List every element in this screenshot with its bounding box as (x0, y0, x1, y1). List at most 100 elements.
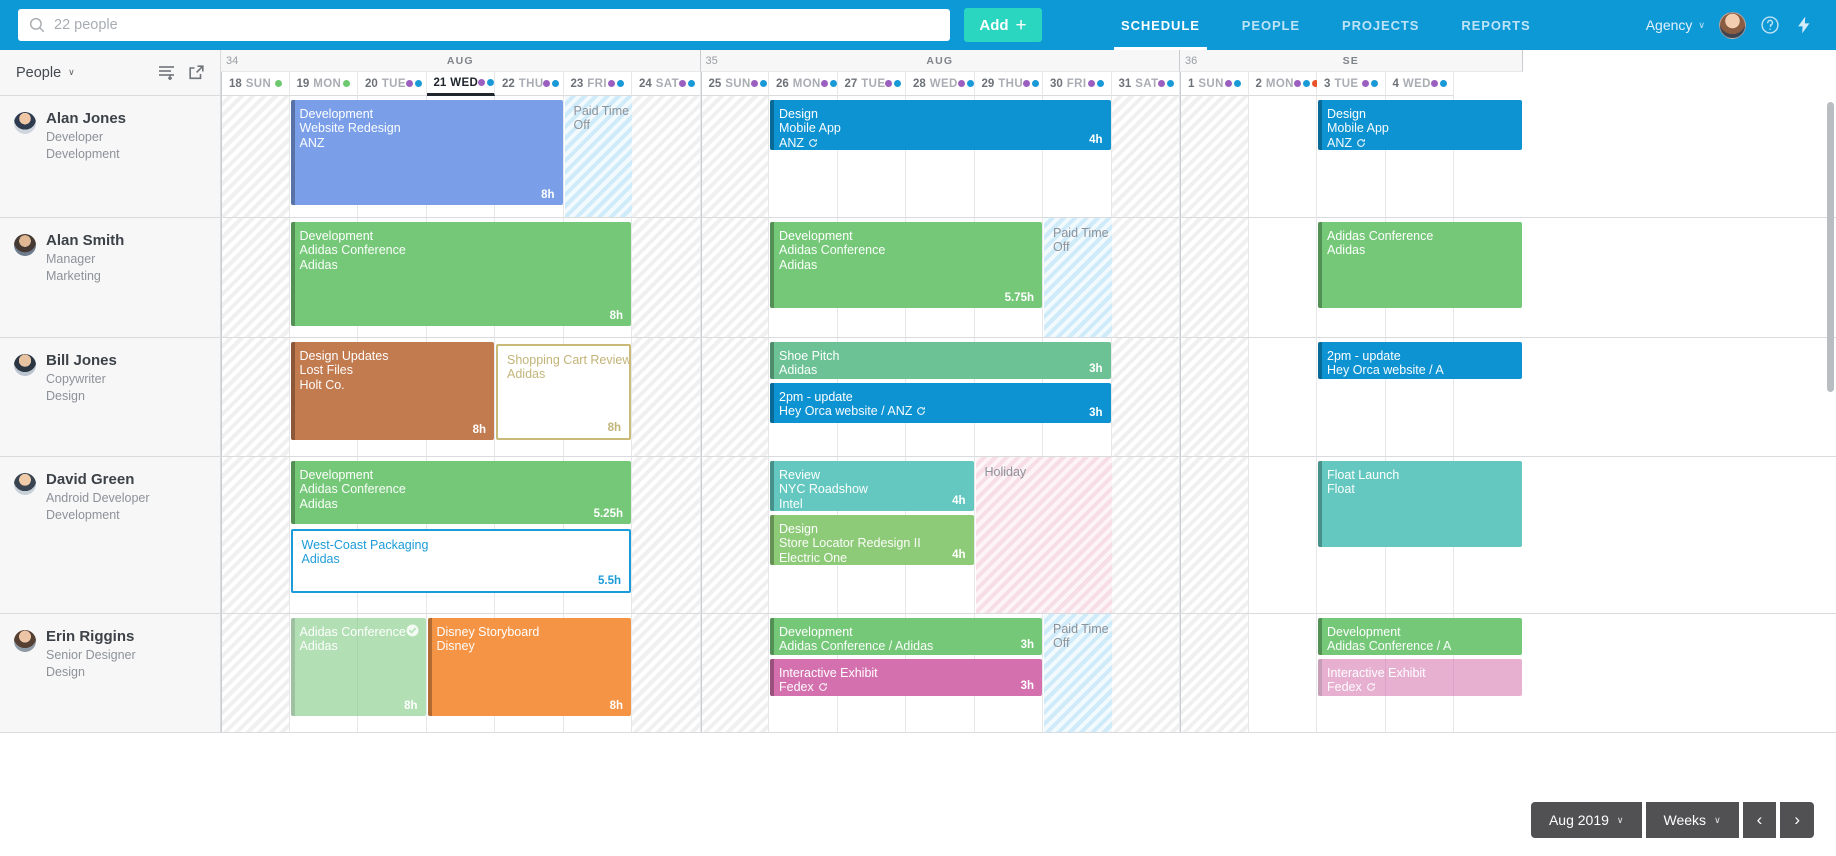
user-avatar[interactable] (1719, 11, 1746, 39)
person-cell-alan-smith[interactable]: Alan Smith Manager Marketing (0, 218, 221, 337)
person-cell-alan-jones[interactable]: Alan Jones Developer Development (0, 96, 221, 217)
day-cell[interactable] (1111, 338, 1180, 456)
schedule-body[interactable]: Alan Jones Developer Development Paid Time … (0, 96, 1836, 856)
day-header-22-thu[interactable]: 22 THU (495, 72, 564, 96)
task-block[interactable]: Adidas Conference Adidas (1318, 222, 1522, 308)
day-header-31-sat[interactable]: 31 SAT (1111, 72, 1180, 96)
day-cell[interactable] (564, 96, 632, 217)
task-block[interactable]: Design Updates Lost Files Holt Co. 8h (290, 342, 494, 440)
task-block[interactable]: 2pm - update Hey Orca website / A (1318, 342, 1522, 379)
day-header-30-fri[interactable]: 30 FRI (1043, 72, 1112, 96)
task-block[interactable]: 2pm - update Hey Orca website / ANZ 3h (770, 383, 1111, 423)
day-header-26-mon[interactable]: 26 MON (769, 72, 838, 96)
day-cell[interactable] (1111, 614, 1180, 732)
person-cell-bill-jones[interactable]: Bill Jones Copywriter Design (0, 338, 221, 456)
day-cell[interactable] (221, 614, 290, 732)
lightning-icon[interactable] (1794, 15, 1814, 35)
agency-dropdown[interactable]: Agency ∨ (1646, 17, 1705, 33)
day-cell[interactable] (1111, 96, 1180, 217)
nav-item-reports[interactable]: REPORTS (1440, 0, 1551, 50)
day-header-28-wed[interactable]: 28 WED (906, 72, 975, 96)
day-cell[interactable] (1249, 614, 1317, 732)
day-cell[interactable] (1180, 614, 1249, 732)
nav-item-people[interactable]: PEOPLE (1221, 0, 1321, 50)
task-block[interactable]: Development Adidas Conference Adidas 8h (290, 222, 631, 326)
day-header-1-sun[interactable]: 1 SUN (1180, 72, 1249, 96)
day-header-4-wed[interactable]: 4 WED (1385, 72, 1454, 96)
task-block[interactable]: Disney Storyboard Disney 8h (427, 618, 631, 716)
day-header-18-sun[interactable]: 18 SUN (221, 72, 290, 96)
task-block[interactable]: Development Adidas Conference Adidas 5.25h (290, 461, 631, 524)
expand-external-icon[interactable] (189, 65, 204, 80)
day-header-27-tue[interactable]: 27 TUE (837, 72, 906, 96)
day-cell[interactable] (1111, 457, 1180, 613)
day-cell[interactable] (221, 338, 290, 456)
day-cell[interactable] (1249, 96, 1317, 217)
day-cell[interactable] (1180, 218, 1249, 337)
day-cell[interactable] (700, 457, 769, 613)
people-filter-dropdown[interactable]: People ∨ (16, 65, 75, 81)
task-block[interactable]: Design Mobile App ANZ 4h (770, 100, 1111, 150)
task-block[interactable]: Design Store Locator Redesign II Electric … (770, 515, 974, 565)
day-cell[interactable] (1043, 457, 1112, 613)
task-block[interactable]: Shoe Pitch Adidas 3h (770, 342, 1111, 379)
day-cell[interactable] (632, 457, 701, 613)
task-block[interactable]: Design Mobile App ANZ (1318, 100, 1522, 150)
person-cell-david-green[interactable]: David Green Android Developer Development (0, 457, 221, 613)
next-period-button[interactable]: › (1780, 802, 1814, 838)
day-cell[interactable] (700, 338, 769, 456)
task-block[interactable]: Review NYC Roadshow Intel 4h (770, 461, 974, 511)
task-block[interactable]: Development Adidas Conference / A (1318, 618, 1522, 655)
day-cell[interactable] (1043, 614, 1112, 732)
task-block[interactable]: Interactive Exhibit Fedex 3h (770, 659, 1042, 696)
day-cell[interactable] (221, 96, 290, 217)
task-block[interactable]: Shopping Cart Review Adidas 8h (496, 344, 631, 440)
day-cell[interactable] (632, 614, 701, 732)
task-block[interactable]: Interactive Exhibit Fedex (1318, 659, 1522, 696)
day-cell[interactable] (632, 218, 701, 337)
sort-list-icon[interactable] (158, 65, 175, 80)
day-cell[interactable] (1180, 96, 1249, 217)
day-cell[interactable] (700, 96, 769, 217)
day-cell[interactable] (700, 614, 769, 732)
day-cell[interactable] (1111, 218, 1180, 337)
task-block[interactable]: Development Adidas Conference Adidas 5.75h (770, 222, 1042, 308)
person-cell-erin-riggins[interactable]: Erin Riggins Senior Designer Design (0, 614, 221, 732)
day-cell[interactable] (221, 457, 290, 613)
day-header-2-mon[interactable]: 2 MON (1248, 72, 1319, 96)
day-header-29-thu[interactable]: 29 THU (974, 72, 1043, 96)
day-cell[interactable] (1249, 218, 1317, 337)
help-icon[interactable] (1760, 15, 1780, 35)
day-cell[interactable] (1180, 457, 1249, 613)
day-header-23-fri[interactable]: 23 FRI (563, 72, 632, 96)
prev-period-button[interactable]: ‹ (1742, 802, 1777, 838)
day-cell[interactable] (1043, 218, 1112, 337)
day-header-25-sun[interactable]: 25 SUN (700, 72, 769, 96)
day-header-24-sat[interactable]: 24 SAT (632, 72, 701, 96)
day-header-21-wed[interactable]: 21 WED (426, 72, 495, 96)
task-block[interactable]: Development Website Redesign ANZ 8h (290, 100, 563, 205)
day-cell[interactable] (632, 96, 701, 217)
day-cell[interactable] (1249, 457, 1317, 613)
day-cell[interactable] (1180, 338, 1249, 456)
day-cell[interactable] (1249, 338, 1317, 456)
day-cell[interactable] (975, 457, 1043, 613)
day-header-20-tue[interactable]: 20 TUE (358, 72, 427, 96)
zoom-selector[interactable]: Weeks ∨ (1645, 802, 1739, 838)
period-selector[interactable]: Aug 2019 ∨ (1530, 802, 1642, 838)
day-cell[interactable] (221, 218, 290, 337)
nav-item-projects[interactable]: PROJECTS (1321, 0, 1440, 50)
add-button[interactable]: Add + (964, 8, 1042, 42)
day-cell[interactable] (700, 218, 769, 337)
task-block[interactable]: Development Adidas Conference / Adidas 3h (770, 618, 1042, 655)
nav-item-schedule[interactable]: SCHEDULE (1100, 0, 1221, 50)
task-block[interactable]: West-Coast Packaging Adidas 5.5h (290, 529, 631, 593)
task-block[interactable]: Adidas Conference Adidas 8h (290, 618, 426, 716)
search-box[interactable] (18, 9, 950, 41)
day-header-3-tue[interactable]: 3 TUE (1317, 72, 1386, 96)
day-cell[interactable] (632, 338, 701, 456)
search-input[interactable] (54, 9, 940, 41)
vertical-scrollbar[interactable] (1827, 102, 1834, 392)
day-header-19-mon[interactable]: 19 MON (289, 72, 358, 96)
task-block[interactable]: Float Launch Float (1318, 461, 1522, 547)
